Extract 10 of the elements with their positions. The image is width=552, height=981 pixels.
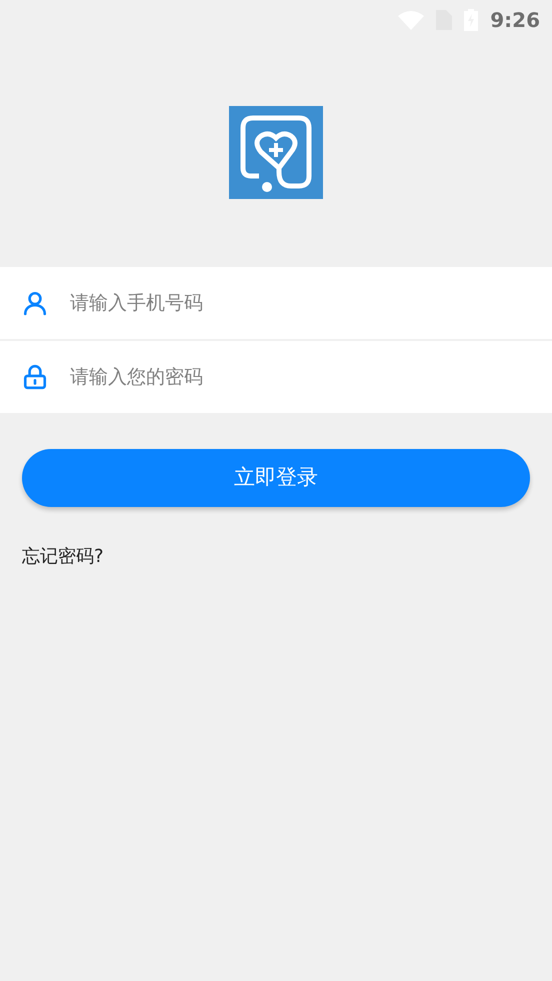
text-input[interactable]: 请输入手机号码 bbox=[70, 288, 552, 318]
user-icon bbox=[22, 290, 48, 316]
forgot-password-link[interactable]: 忘记密码? bbox=[22, 546, 104, 567]
clock-time: 9:26 bbox=[490, 7, 540, 34]
text-input[interactable]: 请输入您的密码 bbox=[70, 362, 552, 392]
lock-icon bbox=[22, 364, 48, 390]
app-logo-icon bbox=[229, 106, 323, 199]
input-field[interactable]: 请输入手机号码 bbox=[0, 267, 552, 339]
login-button[interactable]: 立即登录 bbox=[22, 449, 530, 507]
input-field[interactable]: 请输入您的密码 bbox=[0, 341, 552, 413]
